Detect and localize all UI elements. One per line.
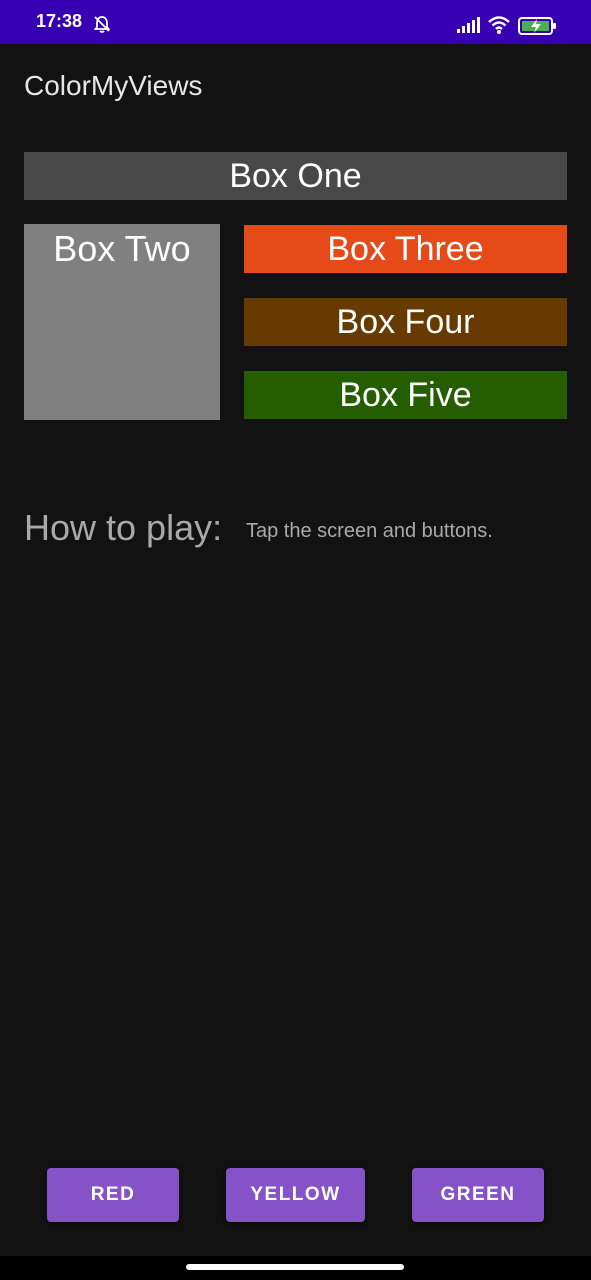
how-to-play-text: Tap the screen and buttons. bbox=[246, 520, 493, 542]
box-five[interactable]: Box Five bbox=[244, 371, 567, 419]
green-button[interactable]: GREEN bbox=[412, 1168, 544, 1222]
alarm-off-icon bbox=[92, 14, 112, 38]
navigation-bar bbox=[0, 1256, 591, 1280]
red-button[interactable]: RED bbox=[47, 1168, 179, 1222]
app-bar: ColorMyViews bbox=[0, 44, 591, 136]
status-time: 17:38 bbox=[36, 11, 83, 31]
box-two[interactable]: Box Two bbox=[24, 224, 220, 420]
battery-charging-icon bbox=[518, 16, 558, 40]
wifi-icon bbox=[487, 15, 511, 39]
how-to-play-label: How to play: bbox=[24, 507, 223, 548]
app-title: ColorMyViews bbox=[24, 70, 203, 101]
box-one[interactable]: Box One bbox=[24, 152, 567, 200]
box-four[interactable]: Box Four bbox=[244, 298, 567, 346]
box-three[interactable]: Box Three bbox=[244, 225, 567, 273]
signal-icon bbox=[456, 16, 480, 38]
yellow-button[interactable]: YELLOW bbox=[226, 1168, 365, 1222]
status-bar: 17:38 bbox=[0, 0, 591, 44]
home-gesture-handle[interactable] bbox=[186, 1264, 404, 1270]
